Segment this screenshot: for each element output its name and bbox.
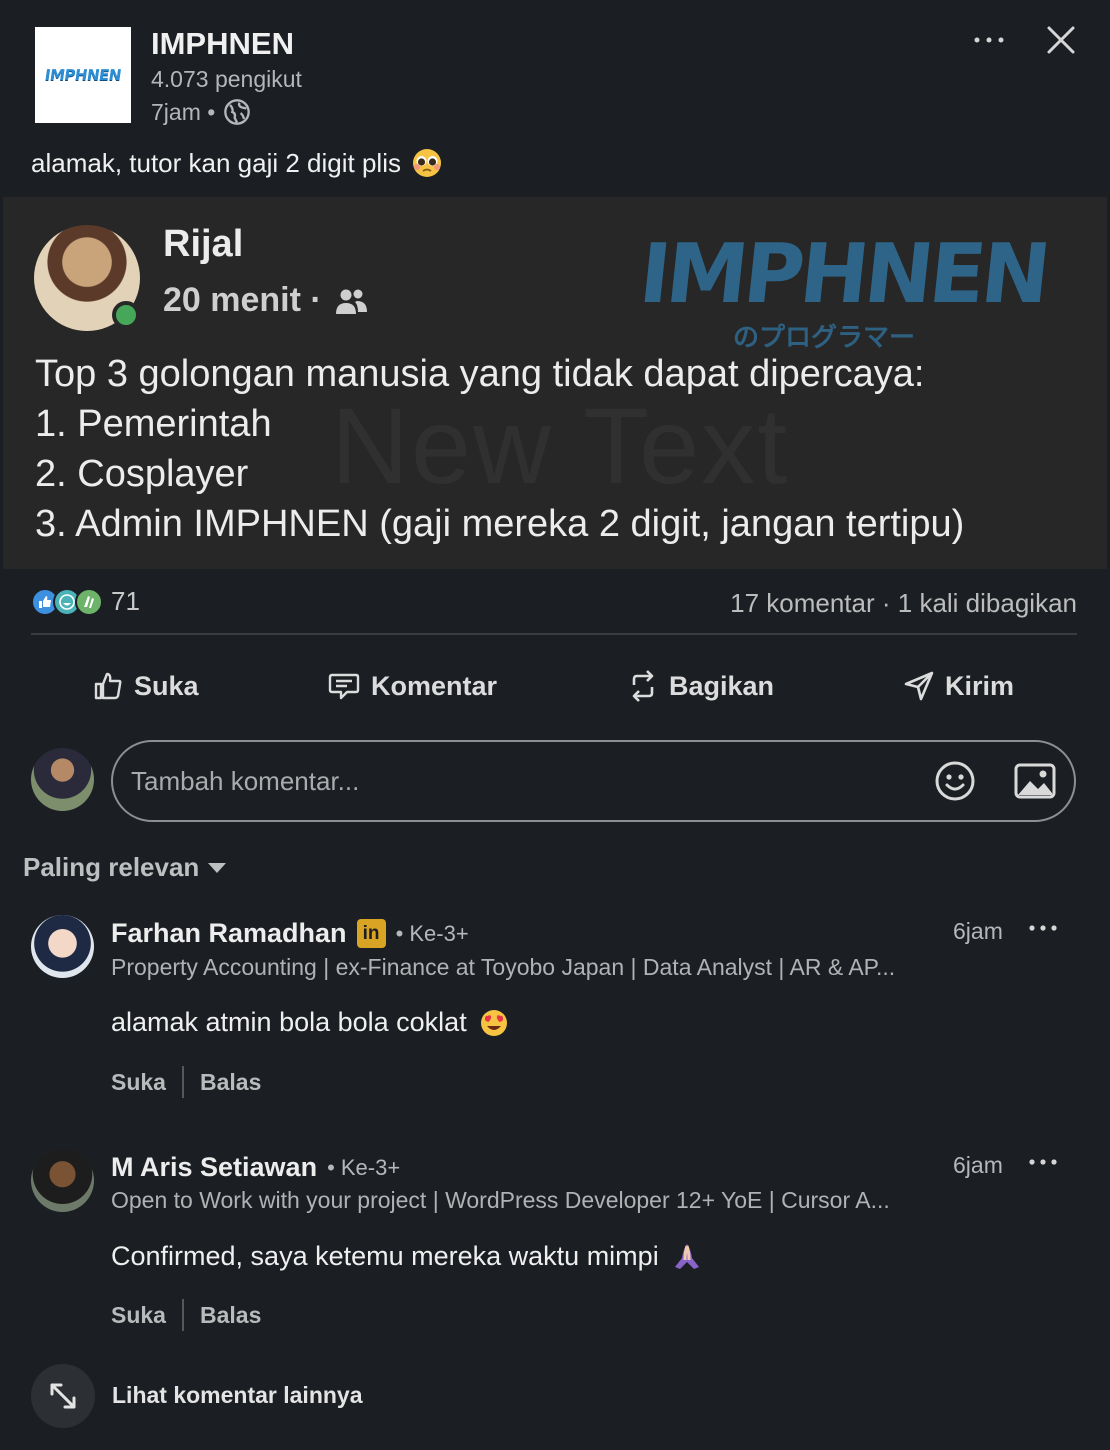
repost-button-label: Bagikan <box>669 670 775 701</box>
comment-reply-button[interactable]: Balas <box>200 1069 261 1096</box>
commenter-headline: Open to Work with your project | WordPre… <box>111 1187 890 1213</box>
commenter-name[interactable]: Farhan Ramadhan <box>111 918 347 949</box>
watermark-logo: IMPHNEN <box>635 227 1052 322</box>
smiley-icon <box>935 761 975 801</box>
more-horizontal-icon <box>1029 1159 1057 1165</box>
post-time: 7jam • <box>151 98 251 126</box>
like-button[interactable]: Suka <box>92 662 199 710</box>
post-caption: alamak, tutor kan gaji 2 digit plis <box>31 147 443 179</box>
more-horizontal-icon <box>974 37 1004 43</box>
reaction-count: 71 <box>111 586 140 616</box>
shared-text-line: 2. Cosplayer <box>35 453 249 495</box>
globe-icon <box>224 99 251 125</box>
add-image-button[interactable] <box>1013 762 1057 800</box>
celebrate-reaction-icon <box>75 587 103 616</box>
commenter-avatar[interactable] <box>31 915 94 978</box>
comment-like-button[interactable]: Suka <box>111 1302 166 1329</box>
comment-reply-button[interactable]: Balas <box>200 1302 261 1329</box>
org-name[interactable]: IMPHNEN <box>151 26 294 62</box>
close-button[interactable] <box>1043 22 1079 58</box>
pleading-face-emoji-icon <box>412 149 441 177</box>
shared-post-time-text: 20 menit · <box>163 281 322 319</box>
comment-share-counts[interactable]: 17 komentar · 1 kali dibagikan <box>730 588 1077 619</box>
shared-text-line: Top 3 golongan manusia yang tidak dapat … <box>35 353 925 395</box>
divider <box>31 633 1077 635</box>
comment-time: 6jam <box>953 918 1003 944</box>
comment-text-content: alamak atmin bola bola coklat <box>111 1007 467 1037</box>
overlay-text: New Text <box>331 385 790 506</box>
commenter-name-row: Farhan Ramadhan in • Ke-3+ <box>111 918 469 949</box>
send-button-label: Kirim <box>945 670 1015 701</box>
follower-count: 4.073 pengikut <box>151 66 302 92</box>
repost-button[interactable]: Bagikan <box>627 662 774 710</box>
online-status-dot <box>112 301 140 329</box>
comment-text: Confirmed, saya ketemu mereka waktu mimp… <box>111 1240 703 1272</box>
shared-post-time: 20 menit · <box>163 281 368 320</box>
comment-actions: Suka Balas <box>111 1066 261 1098</box>
comment-button-label: Komentar <box>371 670 498 701</box>
commenter-avatar[interactable] <box>31 1149 94 1212</box>
more-options-button[interactable] <box>971 22 1007 58</box>
post-caption-text: alamak, tutor kan gaji 2 digit plis <box>31 147 401 178</box>
comment-actions: Suka Balas <box>111 1299 261 1331</box>
repost-icon <box>632 670 654 702</box>
commenter-name-row: M Aris Setiawan • Ke-3+ <box>111 1152 400 1183</box>
commenter-name[interactable]: M Aris Setiawan <box>111 1152 317 1183</box>
caret-down-icon <box>208 862 227 873</box>
close-icon <box>1047 26 1075 54</box>
divider <box>181 1299 184 1331</box>
emoji-button[interactable] <box>934 760 976 802</box>
org-logo[interactable]: IMPHNEN <box>35 27 131 123</box>
comment-more-button[interactable] <box>1028 1150 1058 1181</box>
org-logo-text: IMPHNEN <box>43 66 123 84</box>
folded-hands-emoji-icon <box>674 1244 699 1269</box>
group-icon <box>335 289 367 314</box>
comment-button[interactable]: Komentar <box>327 662 497 710</box>
linkedin-premium-icon: in <box>356 919 386 948</box>
sort-dropdown[interactable]: Paling relevan <box>23 852 227 883</box>
current-user-avatar[interactable] <box>31 748 94 811</box>
heart-eyes-emoji-icon <box>480 1009 507 1036</box>
commenter-headline: Property Accounting | ex-Finance at Toyo… <box>111 954 896 980</box>
comment-text: alamak atmin bola bola coklat <box>111 1007 509 1038</box>
shared-text-line: 3. Admin IMPHNEN (gaji mereka 2 digit, j… <box>35 503 965 545</box>
sort-dropdown-label: Paling relevan <box>23 852 200 882</box>
see-more-comments-link[interactable]: Lihat komentar lainnya <box>112 1382 363 1409</box>
shared-image[interactable]: Rijal 20 menit · IMPHNEN のプログラマー New Tex… <box>3 197 1107 569</box>
expand-arrows-icon <box>50 1383 76 1409</box>
post-time-text: 7jam • <box>151 98 216 125</box>
shared-author-name: Rijal <box>163 223 244 265</box>
send-button[interactable]: Kirim <box>903 662 1014 710</box>
comment-input-placeholder[interactable]: Tambah komentar... <box>131 766 359 797</box>
watermark-subtitle: のプログラマー <box>733 322 916 352</box>
send-icon <box>904 671 934 701</box>
expand-comments-button[interactable] <box>31 1364 95 1428</box>
comment-like-button[interactable]: Suka <box>111 1069 166 1096</box>
connection-degree: • Ke-3+ <box>327 1154 401 1180</box>
image-icon <box>1014 763 1056 799</box>
shared-text-line: 1. Pemerintah <box>35 403 272 445</box>
more-horizontal-icon <box>1029 925 1057 931</box>
comment-time: 6jam <box>953 1152 1003 1178</box>
divider <box>181 1066 184 1098</box>
comment-icon <box>328 673 360 700</box>
thumbs-up-icon <box>94 672 122 700</box>
connection-degree: • Ke-3+ <box>395 920 469 946</box>
comment-more-button[interactable] <box>1028 916 1058 947</box>
like-button-label: Suka <box>134 670 199 701</box>
comment-text-content: Confirmed, saya ketemu mereka waktu mimp… <box>111 1240 659 1271</box>
reactions-summary[interactable]: 71 <box>31 586 140 617</box>
